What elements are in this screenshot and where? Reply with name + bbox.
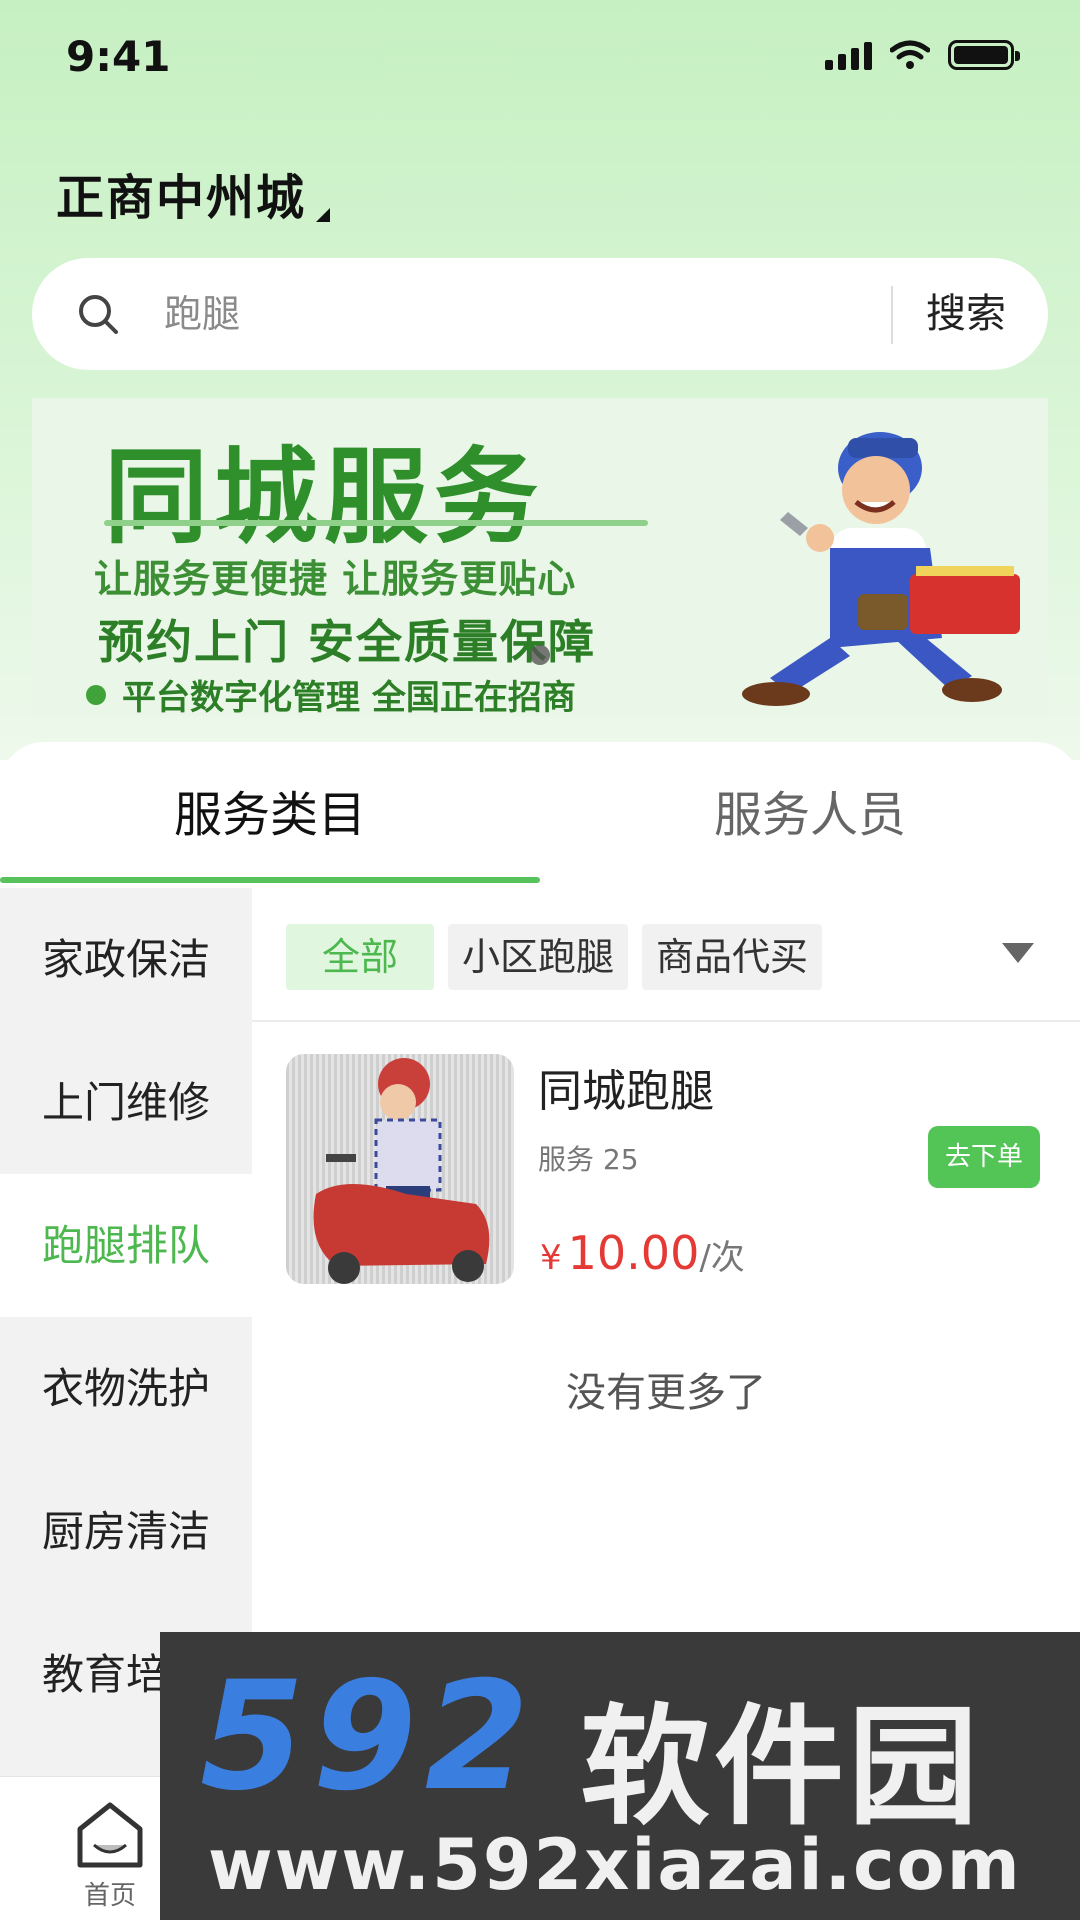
service-price: ¥ 10.00 /次 [540, 1226, 745, 1280]
service-count: 服务 25 [538, 1143, 639, 1176]
repairman-illustration [742, 432, 1020, 706]
caret-down-icon [316, 208, 331, 222]
search-input[interactable]: 跑腿 [164, 258, 240, 370]
filter-chip-errands[interactable]: 小区跑腿 [448, 924, 629, 990]
sidebar-item-kitchen-cleaning[interactable]: 厨房清洁 [0, 1460, 252, 1603]
nav-home-label: 首页 [83, 1881, 136, 1911]
search-icon [79, 295, 118, 334]
service-thumbnail[interactable] [286, 1054, 514, 1284]
status-icons [825, 40, 1020, 70]
banner-footer-text: 平台数字化管理 全国正在招商 [122, 678, 576, 716]
bullet-dot [86, 684, 106, 705]
price-value: 10.00 [567, 1226, 700, 1280]
watermark-overlay: 592 软件园 www.592xiazai.com [160, 1632, 1080, 1920]
status-bar: 9:41 [0, 0, 1080, 120]
promo-banner[interactable]: 同城服务 让服务更便捷 让服务更贴心 预约上门 安全质量保障 平台数字化管理 全… [32, 398, 1048, 716]
location-name: 正商中州城 [56, 170, 307, 226]
filter-chip-purchase[interactable]: 商品代买 [642, 924, 823, 990]
nav-home[interactable]: 首页 [60, 1795, 160, 1915]
order-button[interactable]: 去下单 [928, 1126, 1040, 1188]
tab-service-staff[interactable]: 服务人员 [540, 770, 1080, 860]
rider-illustration [286, 1054, 514, 1284]
banner-tagline: 预约上门 安全质量保障 [98, 615, 597, 669]
watermark-brand-cn: 软件园 [580, 1691, 983, 1843]
price-currency: ¥ [540, 1238, 562, 1278]
service-name[interactable]: 同城跑腿 [538, 1055, 714, 1119]
expand-filters-icon[interactable] [1002, 943, 1034, 963]
filter-chips: 全部 小区跑腿 商品代买 [286, 924, 823, 990]
banner-pager-dot [530, 645, 550, 665]
banner-underline [104, 520, 648, 526]
wifi-icon [890, 40, 930, 69]
sidebar-item-repair[interactable]: 上门维修 [0, 1031, 252, 1174]
watermark-brand: 592 [200, 1650, 538, 1824]
tab-indicator [0, 877, 540, 883]
location-selector[interactable]: 正商中州城 [56, 158, 331, 228]
signal-icon [825, 40, 872, 70]
sidebar-item-housekeeping[interactable]: 家政保洁 [0, 888, 252, 1031]
battery-icon [948, 40, 1020, 70]
search-bar[interactable]: 跑腿 搜索 [32, 258, 1048, 370]
list-end-text: 没有更多了 [566, 1370, 766, 1416]
filter-divider [252, 1020, 1080, 1022]
banner-footer: 平台数字化管理 全国正在招商 [86, 670, 576, 716]
home-icon [77, 1802, 143, 1868]
price-unit: /次 [699, 1238, 745, 1278]
search-button[interactable]: 搜索 [926, 258, 1006, 370]
banner-slogan: 让服务更便捷 让服务更贴心 [94, 557, 577, 601]
banner-title: 同城服务 [104, 436, 545, 558]
search-divider [891, 286, 893, 344]
tab-service-categories[interactable]: 服务类目 [0, 770, 540, 860]
filter-chip-all[interactable]: 全部 [286, 924, 435, 990]
status-time: 9:41 [66, 32, 171, 81]
sidebar-item-laundry[interactable]: 衣物洗护 [0, 1317, 252, 1460]
sidebar-item-errands[interactable]: 跑腿排队 [0, 1174, 252, 1317]
watermark-url: www.592xiazai.com [208, 1824, 1022, 1906]
